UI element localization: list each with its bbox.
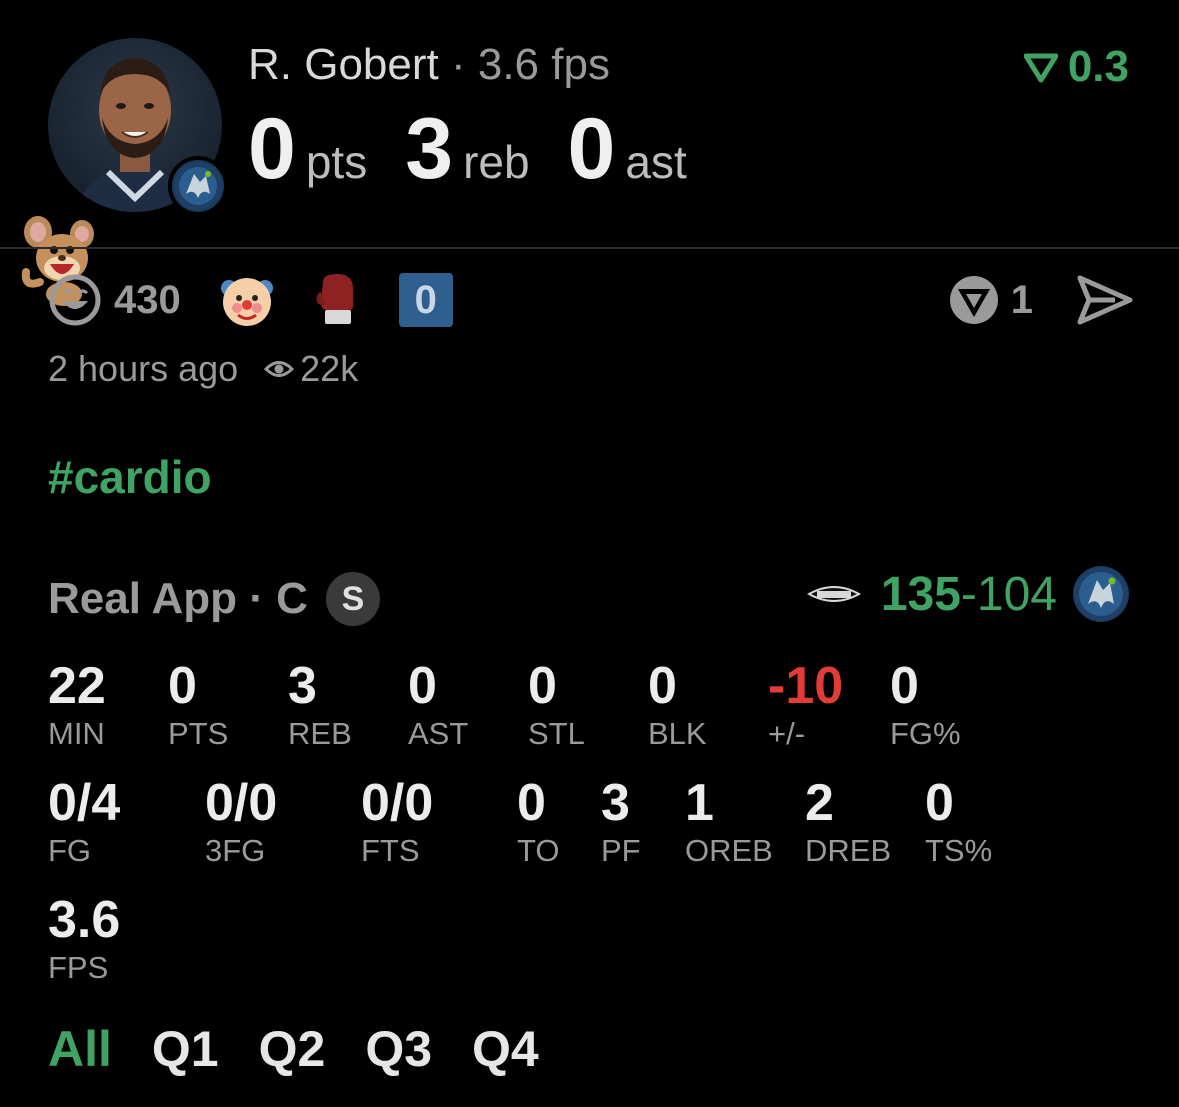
- zero-badge-count: 0: [414, 277, 437, 322]
- stat-fps: 3.6 FPS: [48, 892, 120, 986]
- headline-points-unit: pts: [305, 136, 368, 188]
- headline-points-value: 0: [248, 101, 296, 197]
- stat-plus-minus: -10 +/-: [768, 658, 843, 752]
- laugh-face-icon[interactable]: [48, 273, 102, 327]
- headline-assists-value: 0: [567, 101, 616, 197]
- stat-fps-label: FPS: [48, 950, 109, 985]
- stat-pf-label: PF: [601, 833, 641, 868]
- clown-face-icon[interactable]: [219, 272, 275, 328]
- stat-plus-minus-label: +/-: [768, 716, 806, 751]
- tab-all[interactable]: All: [48, 1020, 112, 1078]
- player-name[interactable]: R. Gobert: [248, 40, 439, 89]
- stat-reb: 3 REB: [288, 658, 352, 752]
- stat-pts-value: 0: [168, 657, 197, 715]
- send-icon[interactable]: [1077, 274, 1133, 326]
- stat-dreb-value: 2: [805, 774, 834, 832]
- zero-badge[interactable]: 0: [398, 273, 453, 327]
- stat-3fg-value: 0/0: [205, 774, 278, 832]
- stat-oreb-label: OREB: [685, 833, 773, 868]
- view-count: 22k: [300, 348, 359, 389]
- stat-reb-label: REB: [288, 716, 352, 751]
- stat-ts-pct-value: 0: [925, 774, 954, 832]
- stat-reb-value: 3: [288, 657, 317, 715]
- stat-pf: 3 PF: [601, 775, 641, 869]
- s-badge[interactable]: S: [325, 572, 380, 626]
- stat-ast-label: AST: [408, 716, 469, 751]
- tab-q1[interactable]: Q1: [152, 1020, 219, 1078]
- stat-dreb: 2 DREB: [805, 775, 891, 869]
- source-row: Real App · C S: [48, 572, 380, 626]
- score-separator: -: [960, 567, 977, 621]
- v-arrow-icon: [1023, 53, 1058, 83]
- post-meta: 2 hours ago 22k: [48, 348, 358, 390]
- eye-icon: [264, 361, 295, 377]
- stat-to-label: TO: [517, 833, 560, 868]
- stat-plus-minus-value: -10: [768, 657, 844, 715]
- headline-statline: 0 pts 3 reb 0 ast: [248, 100, 725, 199]
- stat-min-value: 22: [48, 657, 106, 715]
- stat-ast-value: 0: [408, 657, 437, 715]
- reactions-row: 430 0: [48, 272, 453, 328]
- header-divider: [0, 247, 1179, 249]
- stat-fg-pct: 0 FG%: [890, 658, 961, 752]
- v-count: 1: [1010, 277, 1033, 322]
- game-score[interactable]: 135 - 104: [805, 566, 1129, 622]
- stat-fts-value: 0/0: [361, 774, 434, 832]
- stat-blk-label: BLK: [648, 716, 707, 751]
- tab-q3[interactable]: Q3: [365, 1020, 432, 1078]
- timberwolves-badge-icon: [168, 156, 228, 216]
- stat-oreb: 1 OREB: [685, 775, 773, 869]
- stat-min: 22 MIN: [48, 658, 106, 752]
- stat-fg-label: FG: [48, 833, 92, 868]
- stat-fps-value: 3.6: [48, 891, 121, 949]
- stat-fg: 0/4 FG: [48, 775, 120, 869]
- fps-label: 3.6 fps: [477, 40, 610, 89]
- stat-min-label: MIN: [48, 716, 105, 751]
- stat-to: 0 TO: [517, 775, 560, 869]
- stat-blk-value: 0: [648, 657, 677, 715]
- time-ago: 2 hours ago: [48, 348, 239, 389]
- stat-stl-label: STL: [528, 716, 585, 751]
- boxing-glove-icon[interactable]: [309, 272, 365, 328]
- stat-pf-value: 3: [601, 774, 630, 832]
- headline-rebounds-value: 3: [405, 101, 454, 197]
- stat-pts-label: PTS: [168, 716, 229, 751]
- stat-stl: 0 STL: [528, 658, 585, 752]
- source-label: Real App · C: [48, 574, 308, 623]
- stat-to-value: 0: [517, 774, 546, 832]
- stat-fg-pct-value: 0: [890, 657, 919, 715]
- spurs-logo-icon: [806, 586, 861, 602]
- laugh-count: 430: [114, 277, 181, 322]
- stat-3fg: 0/0 3FG: [205, 775, 277, 869]
- s-badge-text: S: [341, 579, 365, 618]
- stat-fts-label: FTS: [361, 833, 420, 868]
- stat-ast: 0 AST: [408, 658, 468, 752]
- score-away: 104: [976, 567, 1057, 621]
- quarter-tabs: All Q1 Q2 Q3 Q4: [48, 1020, 539, 1078]
- tab-q4[interactable]: Q4: [472, 1020, 539, 1078]
- stat-ts-pct: 0 TS%: [925, 775, 992, 869]
- stat-ts-pct-label: TS%: [925, 833, 993, 868]
- stat-dreb-label: DREB: [805, 833, 892, 868]
- tab-q2[interactable]: Q2: [259, 1020, 326, 1078]
- stat-blk: 0 BLK: [648, 658, 707, 752]
- headline-rebounds-unit: reb: [463, 136, 530, 188]
- stat-fg-value: 0/4: [48, 774, 121, 832]
- v-logo-icon[interactable]: [947, 273, 1001, 327]
- stat-oreb-value: 1: [685, 774, 714, 832]
- timberwolves-logo-icon: [1073, 566, 1129, 622]
- heading-separator: ·: [438, 40, 478, 89]
- post-actions: 1: [947, 272, 1133, 328]
- player-heading: R. Gobert · 3.6 fps: [248, 40, 610, 90]
- hashtag-link[interactable]: #cardio: [48, 450, 212, 504]
- stat-3fg-label: 3FG: [205, 833, 266, 868]
- score-home: 135: [880, 567, 961, 621]
- stat-fts: 0/0 FTS: [361, 775, 433, 869]
- stat-pts: 0 PTS: [168, 658, 228, 752]
- stat-fg-pct-label: FG%: [890, 716, 961, 751]
- fps-delta: 0.3: [1023, 42, 1129, 92]
- stat-stl-value: 0: [528, 657, 557, 715]
- headline-assists-unit: ast: [625, 136, 687, 188]
- delta-value: 0.3: [1067, 42, 1129, 91]
